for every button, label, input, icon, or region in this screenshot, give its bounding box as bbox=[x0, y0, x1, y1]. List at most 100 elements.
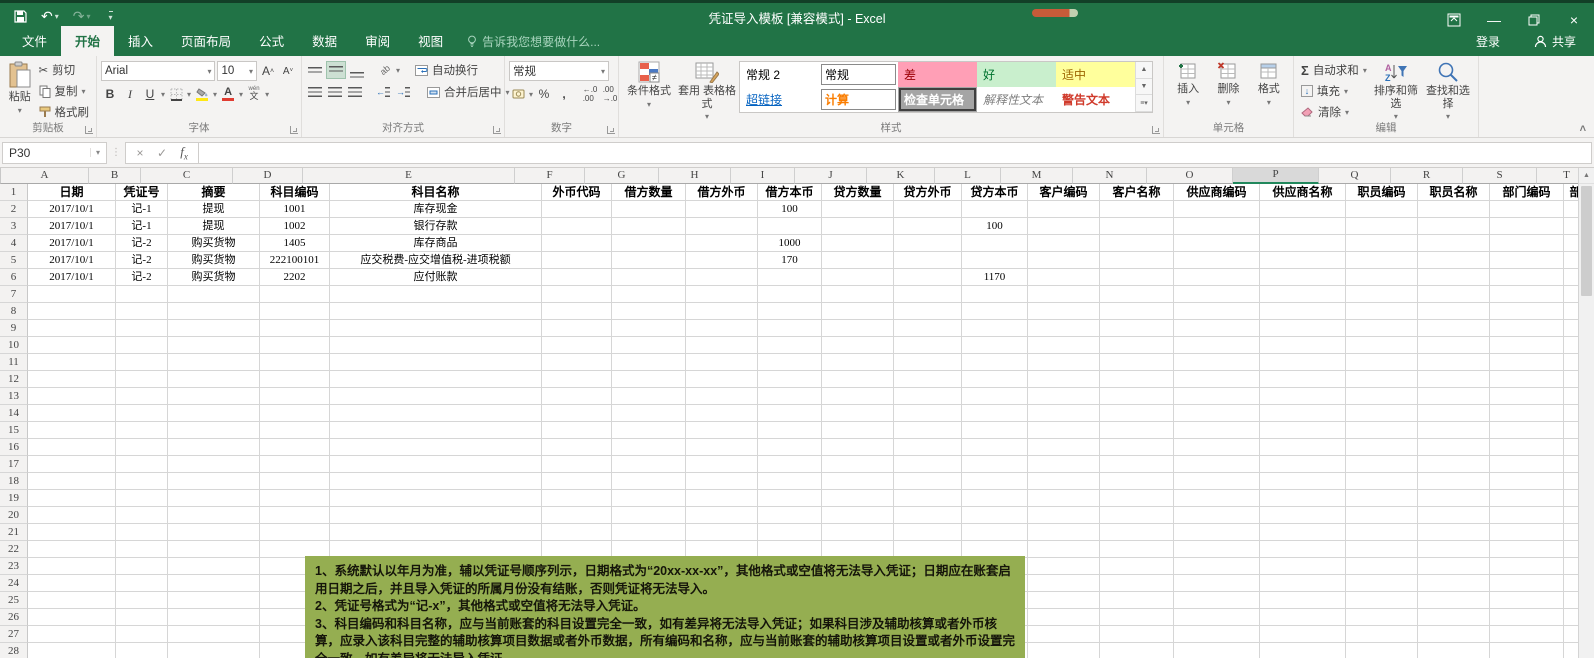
cell-R14[interactable] bbox=[1418, 405, 1490, 422]
cell-N10[interactable] bbox=[1100, 337, 1174, 354]
cell-G20[interactable] bbox=[612, 507, 686, 524]
cell-M28[interactable] bbox=[1028, 643, 1100, 658]
currency-dropdown-icon[interactable]: ▾ bbox=[529, 90, 533, 99]
cell-H9[interactable] bbox=[686, 320, 758, 337]
cell-A14[interactable] bbox=[28, 405, 116, 422]
cell-A23[interactable] bbox=[28, 558, 116, 575]
increase-indent-button[interactable]: → bbox=[394, 83, 412, 101]
fill-color-button[interactable] bbox=[193, 85, 211, 103]
cell-K16[interactable] bbox=[894, 439, 962, 456]
cell-C18[interactable] bbox=[168, 473, 260, 490]
cell-S27[interactable] bbox=[1490, 626, 1564, 643]
cell-B10[interactable] bbox=[116, 337, 168, 354]
cell-N2[interactable] bbox=[1100, 201, 1174, 218]
cell-R13[interactable] bbox=[1418, 388, 1490, 405]
cell-L1[interactable]: 贷方本币 bbox=[962, 184, 1028, 201]
cell-R24[interactable] bbox=[1418, 575, 1490, 592]
cell-B8[interactable] bbox=[116, 303, 168, 320]
autosum-button[interactable]: Σ 自动求和 ▾ bbox=[1298, 61, 1370, 79]
cell-K4[interactable] bbox=[894, 235, 962, 252]
cell-A2[interactable]: 2017/10/1 bbox=[28, 201, 116, 218]
cell-O28[interactable] bbox=[1174, 643, 1260, 658]
row-header-6[interactable]: 6 bbox=[0, 269, 28, 286]
tab-insert[interactable]: 插入 bbox=[114, 26, 167, 56]
cell-A6[interactable]: 2017/10/1 bbox=[28, 269, 116, 286]
cell-O17[interactable] bbox=[1174, 456, 1260, 473]
cell-H5[interactable] bbox=[686, 252, 758, 269]
cell-I2[interactable]: 100 bbox=[758, 201, 822, 218]
clear-button[interactable]: 清除 ▾ bbox=[1298, 103, 1370, 121]
cell-D5[interactable]: 222100101 bbox=[260, 252, 330, 269]
cell-O13[interactable] bbox=[1174, 388, 1260, 405]
cell-S19[interactable] bbox=[1490, 490, 1564, 507]
cell-A7[interactable] bbox=[28, 286, 116, 303]
sign-in-button[interactable]: 登录 bbox=[1460, 33, 1516, 56]
cell-F14[interactable] bbox=[542, 405, 612, 422]
cell-J21[interactable] bbox=[822, 524, 894, 541]
cell-A5[interactable]: 2017/10/1 bbox=[28, 252, 116, 269]
cell-L13[interactable] bbox=[962, 388, 1028, 405]
percent-style-button[interactable]: % bbox=[535, 85, 553, 103]
cell-M23[interactable] bbox=[1028, 558, 1100, 575]
cell-K5[interactable] bbox=[894, 252, 962, 269]
conditional-formatting-button[interactable]: ≠ 条件格式 ▾ bbox=[623, 59, 675, 111]
cell-S25[interactable] bbox=[1490, 592, 1564, 609]
cell-S2[interactable] bbox=[1490, 201, 1564, 218]
cell-K2[interactable] bbox=[894, 201, 962, 218]
cell-P14[interactable] bbox=[1260, 405, 1346, 422]
align-right-button[interactable] bbox=[346, 83, 364, 101]
italic-button[interactable]: I bbox=[121, 85, 139, 103]
cell-O14[interactable] bbox=[1174, 405, 1260, 422]
cell-J18[interactable] bbox=[822, 473, 894, 490]
cell-H17[interactable] bbox=[686, 456, 758, 473]
cell-C13[interactable] bbox=[168, 388, 260, 405]
cell-L8[interactable] bbox=[962, 303, 1028, 320]
cell-S5[interactable] bbox=[1490, 252, 1564, 269]
row-header-3[interactable]: 3 bbox=[0, 218, 28, 235]
cell-B26[interactable] bbox=[116, 609, 168, 626]
cell-L15[interactable] bbox=[962, 422, 1028, 439]
alignment-dialog-launcher[interactable] bbox=[493, 126, 501, 134]
cell-Q9[interactable] bbox=[1346, 320, 1418, 337]
cell-R4[interactable] bbox=[1418, 235, 1490, 252]
cell-B19[interactable] bbox=[116, 490, 168, 507]
cell-F18[interactable] bbox=[542, 473, 612, 490]
row-header-2[interactable]: 2 bbox=[0, 201, 28, 218]
column-header-S[interactable]: S bbox=[1463, 168, 1537, 184]
cell-I21[interactable] bbox=[758, 524, 822, 541]
vertical-scrollbar[interactable]: ▲ bbox=[1578, 168, 1594, 658]
cell-A16[interactable] bbox=[28, 439, 116, 456]
cell-D17[interactable] bbox=[260, 456, 330, 473]
cell-O15[interactable] bbox=[1174, 422, 1260, 439]
cell-A4[interactable]: 2017/10/1 bbox=[28, 235, 116, 252]
cell-I14[interactable] bbox=[758, 405, 822, 422]
cell-G7[interactable] bbox=[612, 286, 686, 303]
cell-H13[interactable] bbox=[686, 388, 758, 405]
cell-E21[interactable] bbox=[330, 524, 542, 541]
cell-F3[interactable] bbox=[542, 218, 612, 235]
cell-J7[interactable] bbox=[822, 286, 894, 303]
cell-C12[interactable] bbox=[168, 371, 260, 388]
row-header-10[interactable]: 10 bbox=[0, 337, 28, 354]
cell-K13[interactable] bbox=[894, 388, 962, 405]
cell-L2[interactable] bbox=[962, 201, 1028, 218]
cell-B11[interactable] bbox=[116, 354, 168, 371]
cell-N19[interactable] bbox=[1100, 490, 1174, 507]
cell-C15[interactable] bbox=[168, 422, 260, 439]
cell-R26[interactable] bbox=[1418, 609, 1490, 626]
cell-J14[interactable] bbox=[822, 405, 894, 422]
cell-O4[interactable] bbox=[1174, 235, 1260, 252]
column-header-P[interactable]: P bbox=[1233, 168, 1319, 184]
cell-N27[interactable] bbox=[1100, 626, 1174, 643]
style-calculation[interactable]: 计算 bbox=[819, 87, 898, 112]
cell-O7[interactable] bbox=[1174, 286, 1260, 303]
cell-Q26[interactable] bbox=[1346, 609, 1418, 626]
cell-Q22[interactable] bbox=[1346, 541, 1418, 558]
row-header-5[interactable]: 5 bbox=[0, 252, 28, 269]
cell-D2[interactable]: 1001 bbox=[260, 201, 330, 218]
cell-M27[interactable] bbox=[1028, 626, 1100, 643]
row-header-8[interactable]: 8 bbox=[0, 303, 28, 320]
cell-N4[interactable] bbox=[1100, 235, 1174, 252]
cell-K6[interactable] bbox=[894, 269, 962, 286]
style-check-cell[interactable]: 检查单元格 bbox=[898, 87, 977, 112]
